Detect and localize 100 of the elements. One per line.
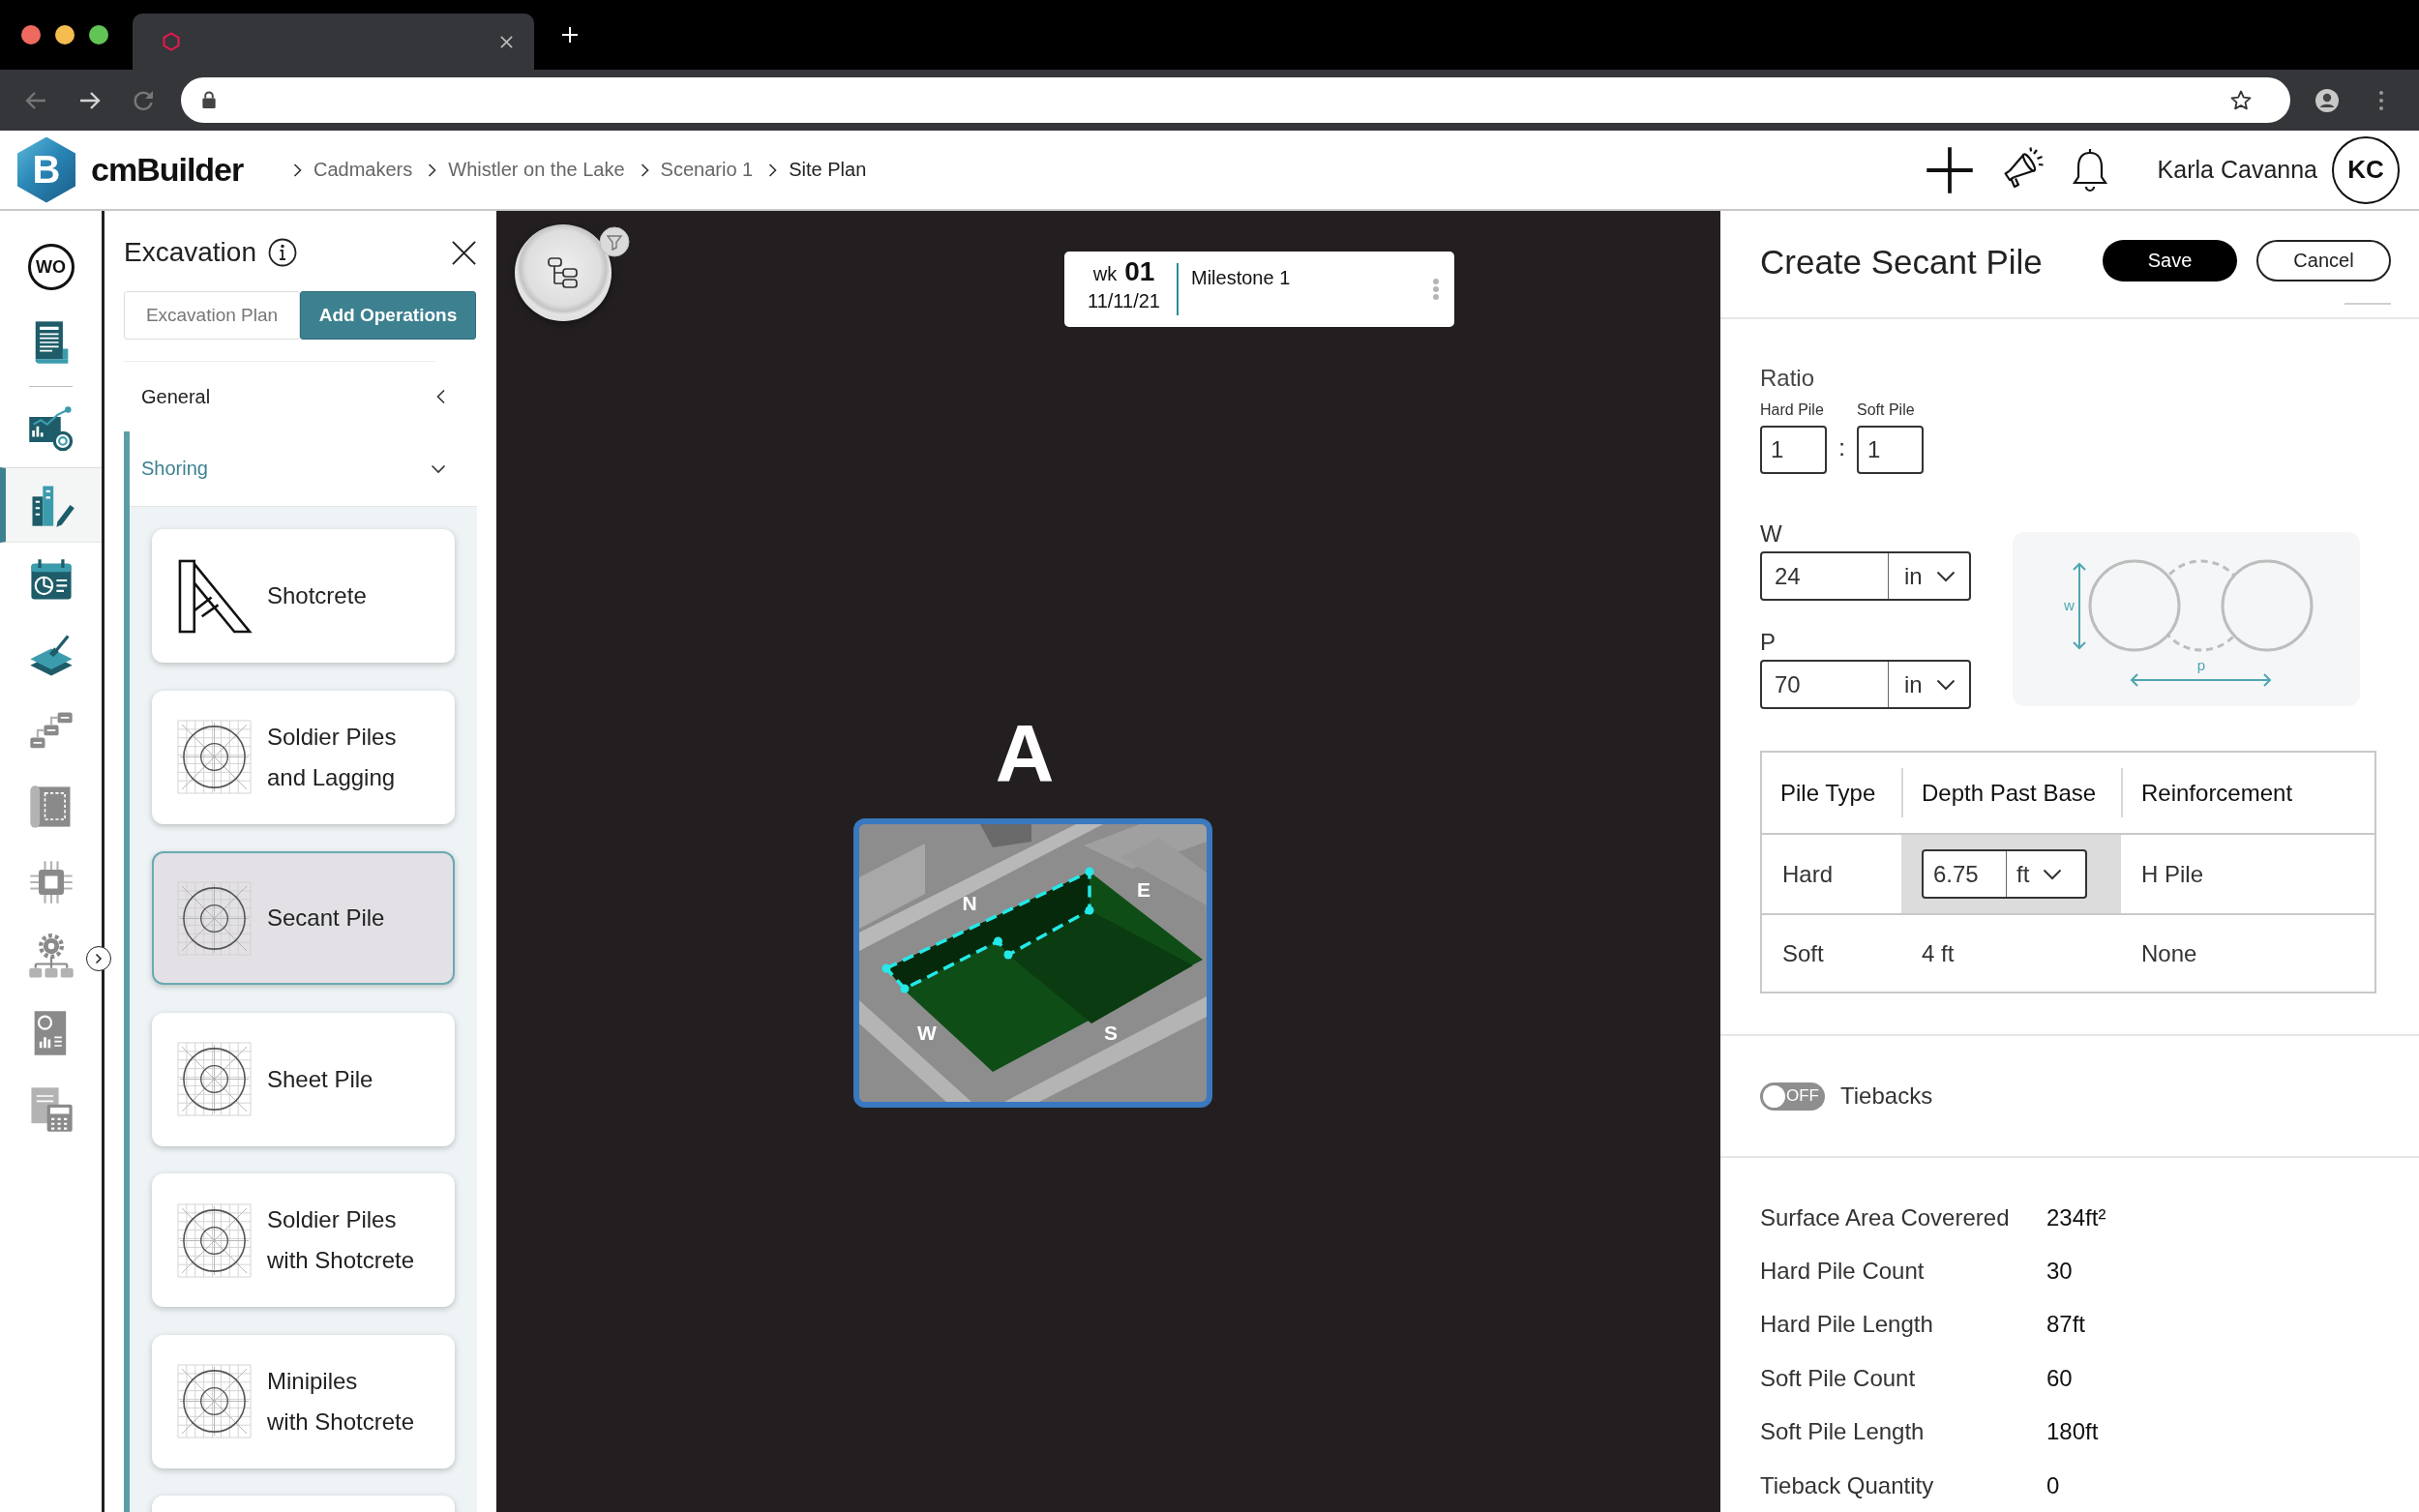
input-field[interactable]: 6.75	[1924, 851, 2007, 897]
lock-icon	[201, 91, 217, 109]
vertex-handle[interactable]	[881, 964, 891, 973]
user-avatar[interactable]: KC	[2332, 135, 2400, 204]
input-field[interactable]: 24	[1762, 553, 1889, 599]
expand-button[interactable]	[86, 946, 111, 971]
week-prefix: wk	[1092, 262, 1118, 286]
chevron-right-icon	[428, 162, 437, 178]
user-name: Karla Cavanna	[2157, 156, 2317, 184]
vertex-handle[interactable]	[1085, 905, 1094, 915]
chevron-right-icon	[293, 162, 302, 178]
chevron-right-icon	[768, 162, 778, 178]
accordion-header[interactable]: General	[124, 362, 477, 431]
close-window-icon[interactable]	[21, 25, 41, 44]
stat-label: Hard Pile Length	[1760, 1311, 1934, 1339]
info-icon[interactable]	[267, 238, 297, 267]
profile-icon[interactable]	[2314, 87, 2340, 113]
section-label: Ratio	[1760, 364, 1816, 393]
field-label: P	[1760, 628, 1777, 657]
unit-dropdown[interactable]: in	[1889, 662, 1969, 707]
operation-card[interactable]: Minipiles with Shotcrete	[152, 1334, 455, 1468]
milestone-title: Milestone 1	[1191, 266, 1291, 290]
stat-label: Hard Pile Count	[1760, 1258, 1926, 1286]
stat-value: 180ft	[2046, 1418, 2099, 1446]
field-label: Hard Pile	[1760, 400, 1825, 420]
ratio-separator: :	[1837, 433, 1846, 462]
breadcrumb-link[interactable]: Cadmakers	[314, 159, 413, 181]
stat-value: 30	[2046, 1258, 2073, 1286]
field-label: W	[1760, 519, 1783, 548]
minimize-window-icon[interactable]	[55, 25, 75, 44]
close-icon[interactable]	[499, 34, 514, 49]
toggle-label: Tiebacks	[1840, 1082, 1933, 1110]
input-field[interactable]: 1	[1857, 426, 1924, 474]
table-cell-text: None	[2140, 938, 2198, 968]
input-field[interactable]: 1	[1760, 426, 1827, 474]
star-icon[interactable]	[2229, 88, 2253, 112]
week-number: 01	[1124, 257, 1155, 286]
stat-value: 234ft²	[2046, 1203, 2106, 1231]
circle-grid-icon	[176, 1363, 253, 1439]
rail-button[interactable]: WO	[27, 244, 75, 290]
area-label: A	[995, 713, 1055, 794]
table-cell-text: Soft	[1781, 938, 1825, 968]
rail-button[interactable]	[0, 467, 102, 543]
circle-grid-icon	[176, 719, 253, 795]
maximize-window-icon[interactable]	[89, 25, 108, 44]
field-label: Soft Pile	[1857, 400, 1916, 420]
unit-dropdown[interactable]: in	[1889, 553, 1969, 599]
save-button[interactable]: Save	[2103, 239, 2237, 282]
circle-grid-icon	[176, 1201, 253, 1279]
chevron-right-icon	[95, 953, 103, 964]
breadcrumb-link[interactable]: Scenario 1	[660, 159, 754, 181]
close-icon[interactable]	[451, 239, 477, 266]
operation-card[interactable]: Sheet Pile	[152, 1012, 455, 1146]
cancel-button[interactable]: Cancel	[2256, 239, 2391, 282]
compass-label: N	[962, 892, 977, 913]
hexagon-icon	[162, 32, 181, 51]
breadcrumb-link[interactable]: Site Plan	[789, 159, 867, 181]
operation-card[interactable]: Shotcrete	[152, 529, 455, 663]
chevron-down-icon	[431, 463, 446, 474]
circle-grid-icon	[176, 1041, 253, 1117]
mode-tab[interactable]: Add Operations	[300, 291, 476, 340]
breadcrumb-link[interactable]: Whistler on the Lake	[448, 159, 625, 181]
brand-name: cmBuilder	[91, 151, 244, 189]
table-cell-text: 4 ft	[1921, 938, 1956, 968]
brand-logo[interactable]: B	[17, 136, 75, 203]
compass-label: E	[1137, 878, 1150, 900]
table-cell-text: Hard	[1781, 859, 1835, 889]
more-icon[interactable]	[2378, 89, 2384, 111]
chevron-right-icon	[640, 162, 649, 178]
panel-title: Excavation	[124, 237, 256, 268]
table-cell-text: H Pile	[2140, 859, 2205, 889]
stat-label: Tieback Quantity	[1760, 1471, 1935, 1499]
vertex-handle[interactable]	[900, 984, 910, 993]
stat-label: Soft Pile Count	[1760, 1364, 1917, 1392]
stat-label: Surface Area Coverered	[1760, 1203, 2011, 1231]
compass-label: W	[917, 1022, 937, 1043]
form-title: Create Secant Pile	[1760, 243, 2043, 282]
chevron-left-icon	[436, 389, 446, 404]
strut-icon	[176, 557, 253, 635]
unit-dropdown[interactable]: ft	[2007, 851, 2085, 897]
chevron-down-icon	[1935, 570, 1956, 582]
stat-label: Soft Pile Length	[1760, 1418, 1926, 1446]
chevron-down-icon	[2043, 868, 2063, 880]
mode-tab[interactable]: Excavation Plan	[124, 291, 300, 340]
vertex-handle[interactable]	[1085, 867, 1094, 876]
input-field[interactable]: 70	[1762, 662, 1889, 707]
dimension-label: p	[2196, 657, 2206, 673]
stat-value: 87ft	[2046, 1311, 2086, 1339]
milestone-date: 11/11/21	[1088, 289, 1160, 313]
stat-value: 60	[2046, 1364, 2073, 1392]
compass-label: S	[1104, 1022, 1118, 1043]
filter-icon[interactable]	[599, 226, 630, 257]
stat-value: 0	[2046, 1471, 2060, 1499]
toggle-knob	[1763, 1084, 1785, 1108]
column-header: Pile Type	[1779, 778, 1877, 808]
chevron-down-icon	[1935, 678, 1956, 691]
operation-card[interactable]: Secant Pile	[152, 851, 455, 985]
operation-card[interactable]: Soldier Piles with Shotcrete	[152, 1173, 455, 1307]
operation-card[interactable]: Soldier Piles and Lagging	[152, 690, 455, 824]
dimension-label: w	[2064, 597, 2075, 613]
